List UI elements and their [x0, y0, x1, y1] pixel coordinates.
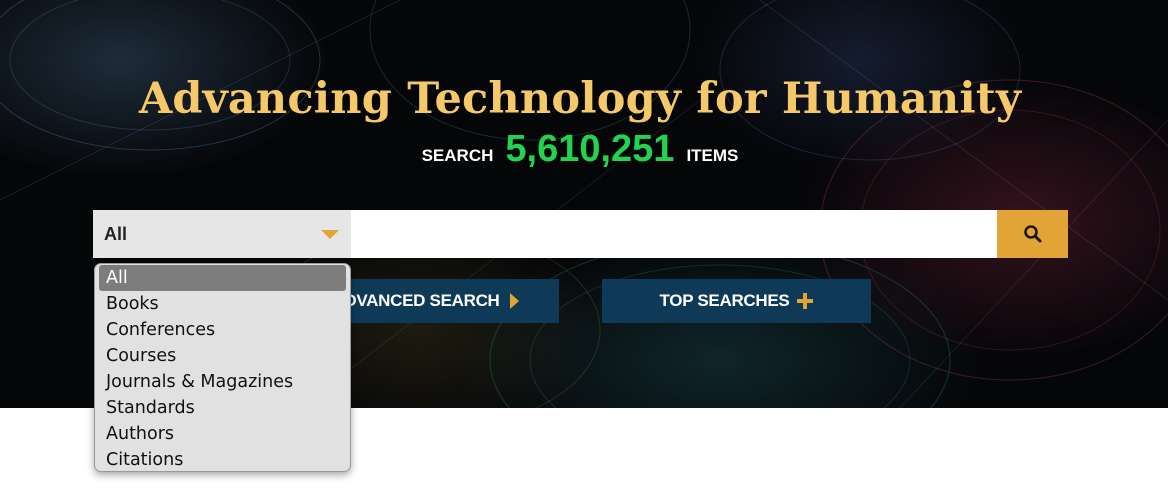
- dropdown-option-books[interactable]: Books: [95, 291, 350, 317]
- page-headline: Advancing Technology for Humanity: [138, 74, 1022, 124]
- dropdown-option-citations[interactable]: Citations: [95, 447, 350, 471]
- dropdown-option-courses[interactable]: Courses: [95, 343, 350, 369]
- advanced-search-label: ADVANCED SEARCH: [332, 291, 500, 310]
- caret-down-icon: [321, 230, 339, 239]
- top-searches-button[interactable]: TOP SEARCHES: [602, 279, 871, 323]
- search-scope-value: All: [104, 223, 128, 244]
- counter-value: 5,610,251: [505, 128, 675, 170]
- dropdown-option-conferences[interactable]: Conferences: [95, 317, 350, 343]
- counter-suffix: ITEMS: [686, 146, 739, 165]
- search-scope-dropdown: All Books Conferences Courses Journals &…: [94, 263, 351, 472]
- search-bar: All: [93, 210, 1068, 258]
- search-button[interactable]: [997, 210, 1068, 258]
- dropdown-option-standards[interactable]: Standards: [95, 395, 350, 421]
- dropdown-option-all[interactable]: All: [99, 265, 346, 291]
- search-input[interactable]: [351, 210, 997, 258]
- plus-icon: [797, 293, 814, 309]
- chevron-right-icon: [509, 293, 519, 309]
- dropdown-option-authors[interactable]: Authors: [95, 421, 350, 447]
- top-searches-label: TOP SEARCHES: [659, 291, 790, 310]
- search-scope-select[interactable]: All: [93, 210, 351, 258]
- counter-prefix: SEARCH: [421, 146, 494, 165]
- item-counter: SEARCH 5,610,251 ITEMS: [0, 128, 1160, 171]
- search-icon: [1023, 225, 1041, 243]
- dropdown-option-journals-magazines[interactable]: Journals & Magazines: [95, 369, 350, 395]
